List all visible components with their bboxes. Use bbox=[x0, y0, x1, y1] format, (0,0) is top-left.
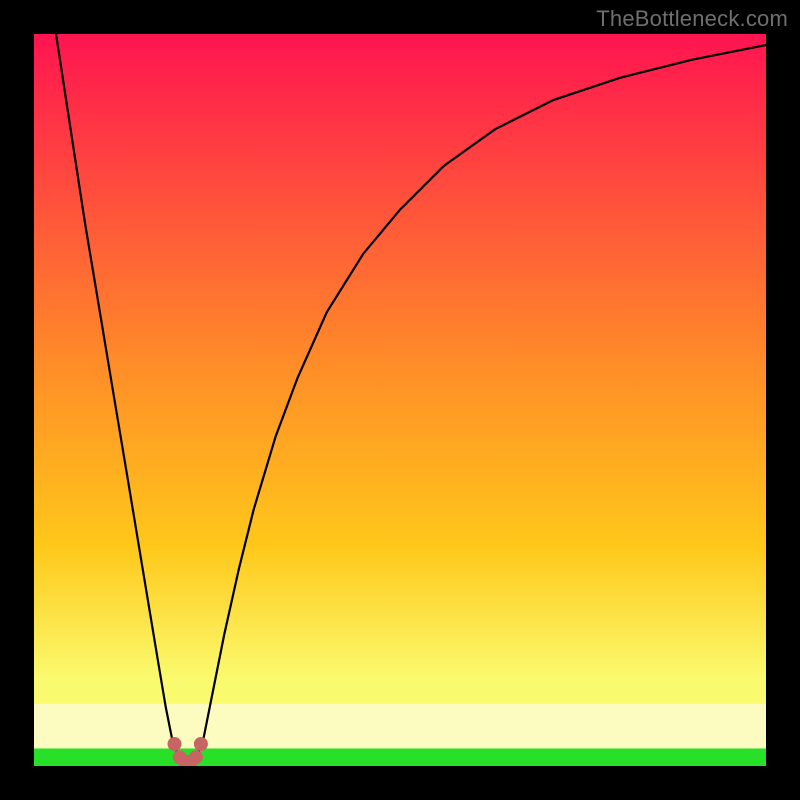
bottleneck-chart bbox=[34, 34, 766, 766]
min-marker bbox=[189, 750, 203, 764]
plot-area bbox=[34, 34, 766, 766]
threshold-bands bbox=[34, 704, 766, 766]
min-marker bbox=[168, 737, 182, 751]
min-marker bbox=[194, 737, 208, 751]
green-band bbox=[34, 748, 766, 766]
pale-band bbox=[34, 704, 766, 749]
chart-frame: TheBottleneck.com bbox=[0, 0, 800, 800]
gradient-background bbox=[34, 34, 766, 766]
watermark-text: TheBottleneck.com bbox=[596, 6, 788, 32]
